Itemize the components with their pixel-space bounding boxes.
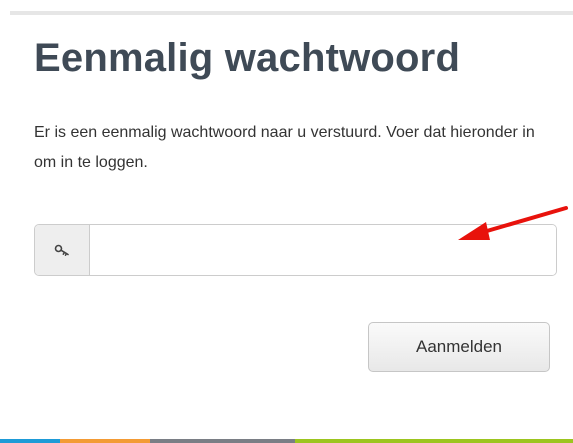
bottom-bar-segment — [150, 439, 295, 443]
top-divider — [10, 11, 573, 15]
red-arrow-icon — [458, 206, 568, 240]
page-title: Eenmalig wachtwoord — [34, 36, 461, 80]
login-page: Eenmalig wachtwoord Er is een eenmalig w… — [0, 0, 573, 443]
aanmelden-button[interactable]: Aanmelden — [368, 322, 550, 372]
instruction-text: Er is een eenmalig wachtwoord naar u ver… — [34, 124, 535, 172]
bottom-bar-segment — [0, 439, 60, 443]
bottom-bar-segment — [60, 439, 150, 443]
bottom-bar-segment — [295, 439, 573, 443]
bottom-color-bar — [0, 439, 573, 443]
key-icon — [35, 225, 90, 275]
